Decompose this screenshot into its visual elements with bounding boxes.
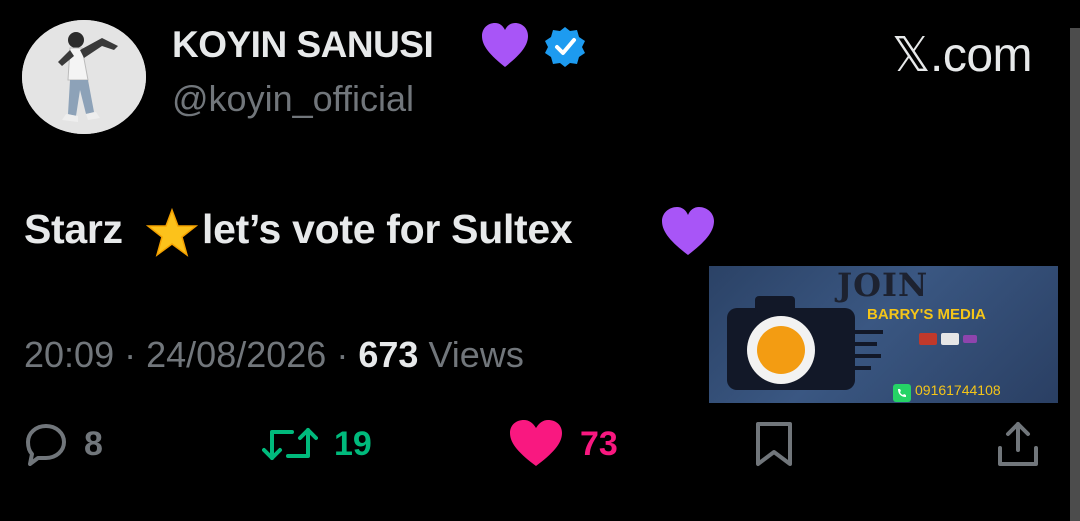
share-icon bbox=[998, 422, 1038, 466]
retweet-button[interactable]: 19 bbox=[262, 416, 372, 472]
ad-phone: 09161744108 bbox=[915, 382, 1001, 398]
meta-separator: · bbox=[124, 334, 137, 375]
bookmark-button[interactable] bbox=[752, 416, 796, 472]
tweet-text-start: Starz bbox=[24, 206, 123, 252]
star-icon bbox=[146, 208, 198, 257]
retweet-icon bbox=[262, 428, 318, 460]
scrollbar[interactable] bbox=[1070, 28, 1080, 521]
ad-banner[interactable]: JOIN BARRY'S MEDIA 09161744108 bbox=[709, 266, 1058, 403]
meta-separator: · bbox=[336, 334, 349, 375]
avatar[interactable] bbox=[22, 20, 146, 134]
bookmark-icon bbox=[756, 422, 792, 466]
heart-icon bbox=[510, 420, 562, 466]
tweet-text-end: let’s vote for Sultex bbox=[202, 206, 573, 252]
like-button[interactable]: 73 bbox=[508, 416, 618, 472]
tweet-card: KOYIN SANUSI @koyin_official 𝕏.com Starz… bbox=[0, 0, 1080, 521]
reply-button[interactable]: 8 bbox=[24, 416, 103, 472]
purple-heart-icon bbox=[662, 207, 714, 255]
ad-brand: BARRY'S MEDIA bbox=[867, 306, 986, 323]
media-icons bbox=[919, 333, 977, 345]
x-logo: 𝕏.com bbox=[891, 29, 1033, 82]
tweet-date[interactable]: 24/08/2026 bbox=[146, 334, 326, 375]
share-button[interactable] bbox=[996, 416, 1040, 472]
whatsapp-icon bbox=[893, 384, 911, 402]
ad-headline: JOIN bbox=[837, 266, 929, 304]
tweet-meta: 20:09 · 24/08/2026 · 673 Views bbox=[24, 334, 524, 376]
tweet-time[interactable]: 20:09 bbox=[24, 334, 114, 375]
views-count: 673 bbox=[358, 334, 419, 375]
views-label: Views bbox=[428, 334, 524, 375]
author-display-name[interactable]: KOYIN SANUSI bbox=[172, 24, 434, 66]
verified-badge-icon bbox=[545, 27, 585, 67]
like-count: 73 bbox=[580, 424, 618, 463]
author-handle[interactable]: @koyin_official bbox=[172, 78, 414, 120]
reply-icon bbox=[26, 424, 66, 466]
retweet-count: 19 bbox=[334, 424, 372, 463]
purple-heart-icon bbox=[482, 23, 528, 67]
reply-count: 8 bbox=[84, 424, 103, 463]
